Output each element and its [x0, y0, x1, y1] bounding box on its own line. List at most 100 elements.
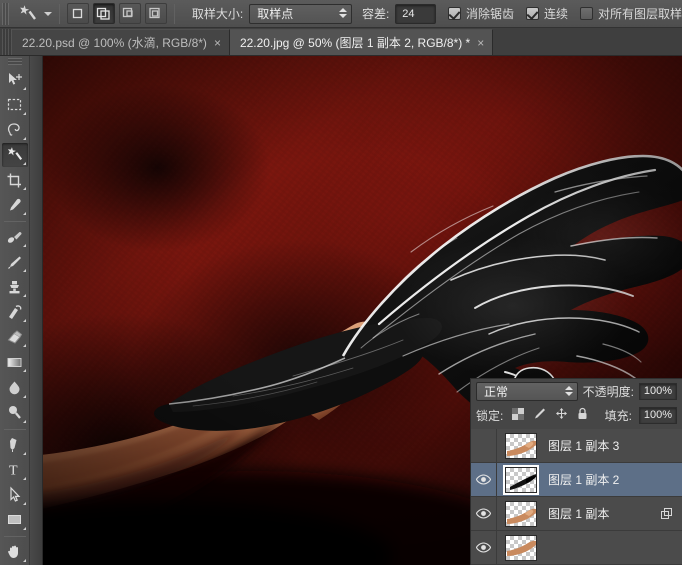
move-tool[interactable] — [2, 68, 28, 92]
layer-visibility-toggle-1[interactable] — [471, 428, 497, 463]
fill-value: 100% — [643, 409, 673, 421]
rectangle-tool[interactable] — [2, 508, 28, 532]
blend-mode-value: 正常 — [484, 384, 509, 399]
crop-tool[interactable] — [2, 168, 28, 192]
layers-blend-row: 正常 不透明度: 100% — [471, 379, 682, 403]
toolbox: T — [0, 56, 30, 565]
lock-transparent-pixels-icon[interactable] — [512, 407, 525, 423]
layer-link-icon-3[interactable] — [661, 508, 673, 523]
fill-label: 填充: — [604, 408, 632, 423]
document-tab-2[interactable]: 22.20.jpg @ 50% (图层 1 副本 2, RGB/8*) * × — [229, 29, 494, 55]
layer-name-1[interactable]: 图层 1 副本 3 — [548, 437, 619, 454]
magic-wand-icon — [15, 3, 41, 25]
layer-thumbnail-1[interactable] — [505, 432, 537, 459]
all-layers-checkbox-row[interactable]: 对所有图层取样 — [579, 5, 682, 22]
layer-thumbnail-4[interactable] — [505, 534, 537, 561]
contiguous-checkbox-icon[interactable] — [525, 7, 539, 20]
all-layers-label: 对所有图层取样 — [597, 7, 682, 21]
hand-tool[interactable] — [2, 540, 28, 564]
document-tab-2-title: 22.20.jpg @ 50% (图层 1 副本 2, RGB/8*) * — [239, 36, 471, 50]
document-tab-1[interactable]: 22.20.psd @ 100% (水滴, RGB/8*) × — [12, 29, 230, 55]
anti-alias-label: 消除锯齿 — [465, 7, 514, 21]
tool-preset-picker[interactable] — [15, 3, 52, 25]
pen-tool[interactable] — [2, 433, 28, 457]
subtract-from-selection-button[interactable] — [118, 3, 141, 24]
lock-position-icon[interactable] — [555, 407, 568, 423]
history-brush-tool[interactable] — [2, 300, 28, 324]
lasso-tool[interactable] — [2, 118, 28, 142]
tab-bar-grip[interactable] — [2, 29, 12, 55]
opacity-value: 100% — [643, 385, 673, 397]
eraser-tool[interactable] — [2, 325, 28, 349]
photoshop-window: 取样大小: 取样点 容差: 24 消除锯齿 连续 对所有图层取样 22.20.p… — [0, 0, 682, 565]
add-to-selection-button[interactable] — [92, 3, 115, 24]
layer-visibility-toggle-3[interactable] — [471, 496, 497, 531]
anti-alias-checkbox-icon[interactable] — [447, 7, 461, 20]
layer-row-1[interactable]: 图层 1 副本 3 — [471, 428, 682, 463]
options-separator-1 — [58, 3, 60, 24]
layer-row-4[interactable] — [471, 530, 682, 565]
lock-label: 锁定: — [476, 408, 504, 423]
document-tab-1-close-icon[interactable]: × — [214, 37, 221, 49]
toolbox-divider-3 — [3, 535, 26, 537]
contiguous-label: 连续 — [543, 7, 568, 21]
eyedropper-tool[interactable] — [2, 193, 28, 217]
brush-tool[interactable] — [2, 250, 28, 274]
options-bar-grip[interactable] — [2, 2, 9, 25]
document-tab-2-close-icon[interactable]: × — [477, 37, 484, 49]
document-tab-1-title: 22.20.psd @ 100% (水滴, RGB/8*) — [22, 36, 207, 50]
eye-icon — [476, 542, 491, 553]
gradient-tool[interactable] — [2, 350, 28, 374]
document-tab-bar: 22.20.psd @ 100% (水滴, RGB/8*) × 22.20.jp… — [0, 28, 682, 56]
fill-input[interactable]: 100% — [639, 406, 677, 424]
tolerance-input[interactable]: 24 — [395, 3, 436, 24]
sample-size-select[interactable]: 取样点 — [249, 3, 352, 24]
toolbox-divider-2 — [3, 428, 26, 430]
lock-image-pixels-icon[interactable] — [533, 407, 546, 423]
options-separator-2 — [173, 3, 175, 24]
clone-stamp-tool[interactable] — [2, 275, 28, 299]
magic-wand-tool[interactable] — [1, 142, 28, 167]
eye-icon — [476, 508, 491, 519]
rectangular-marquee-tool[interactable] — [2, 93, 28, 117]
lock-all-icon[interactable] — [577, 407, 588, 423]
opacity-input[interactable]: 100% — [639, 382, 677, 400]
layer-thumbnail-3[interactable] — [505, 500, 537, 527]
sample-size-spinner-icon[interactable] — [338, 7, 347, 18]
all-layers-checkbox-icon[interactable] — [579, 7, 593, 20]
intersect-with-selection-button[interactable] — [144, 3, 167, 24]
toolbox-divider-1 — [3, 221, 26, 223]
spot-healing-brush-tool[interactable] — [2, 225, 28, 249]
layer-thumbnail-2[interactable] — [503, 464, 539, 495]
blend-mode-spinner-icon[interactable] — [564, 385, 573, 396]
layers-lock-row: 锁定: 填充: 100% — [471, 403, 682, 427]
lock-icon-group — [512, 407, 588, 423]
layer-visibility-toggle-2[interactable] — [471, 462, 497, 497]
layer-visibility-toggle-4[interactable] — [471, 530, 497, 565]
layer-name-2[interactable]: 图层 1 副本 2 — [548, 471, 619, 488]
layer-row-3[interactable]: 图层 1 副本 — [471, 496, 682, 531]
canvas-left-gutter — [30, 56, 43, 565]
options-bar: 取样大小: 取样点 容差: 24 消除锯齿 连续 对所有图层取样 — [0, 0, 682, 28]
anti-alias-checkbox-row[interactable]: 消除锯齿 — [447, 5, 514, 22]
contiguous-checkbox-row[interactable]: 连续 — [525, 5, 568, 22]
path-selection-tool[interactable] — [2, 483, 28, 507]
dodge-tool[interactable] — [2, 401, 28, 425]
eye-icon — [476, 474, 491, 485]
selection-mode-group — [66, 3, 167, 24]
horizontal-type-tool[interactable]: T — [2, 458, 28, 482]
toolbox-grip[interactable] — [7, 58, 22, 65]
blend-mode-select[interactable]: 正常 — [476, 381, 578, 401]
layer-name-3[interactable]: 图层 1 副本 — [548, 505, 609, 522]
tool-preset-chevron-down-icon[interactable] — [43, 11, 52, 16]
svg-text:T: T — [9, 464, 18, 479]
layer-row-2[interactable]: 图层 1 副本 2 — [471, 462, 682, 497]
layers-panel: 正常 不透明度: 100% 锁定: 填充: 100% 图层 1 副本 3 图层 … — [470, 378, 682, 565]
sample-size-label: 取样大小: — [191, 7, 244, 21]
sample-size-value: 取样点 — [257, 7, 294, 21]
tolerance-value: 24 — [402, 7, 415, 20]
new-selection-button[interactable] — [66, 3, 89, 24]
tolerance-label: 容差: — [361, 7, 390, 21]
opacity-label: 不透明度: — [582, 384, 634, 399]
blur-tool[interactable] — [2, 375, 28, 399]
